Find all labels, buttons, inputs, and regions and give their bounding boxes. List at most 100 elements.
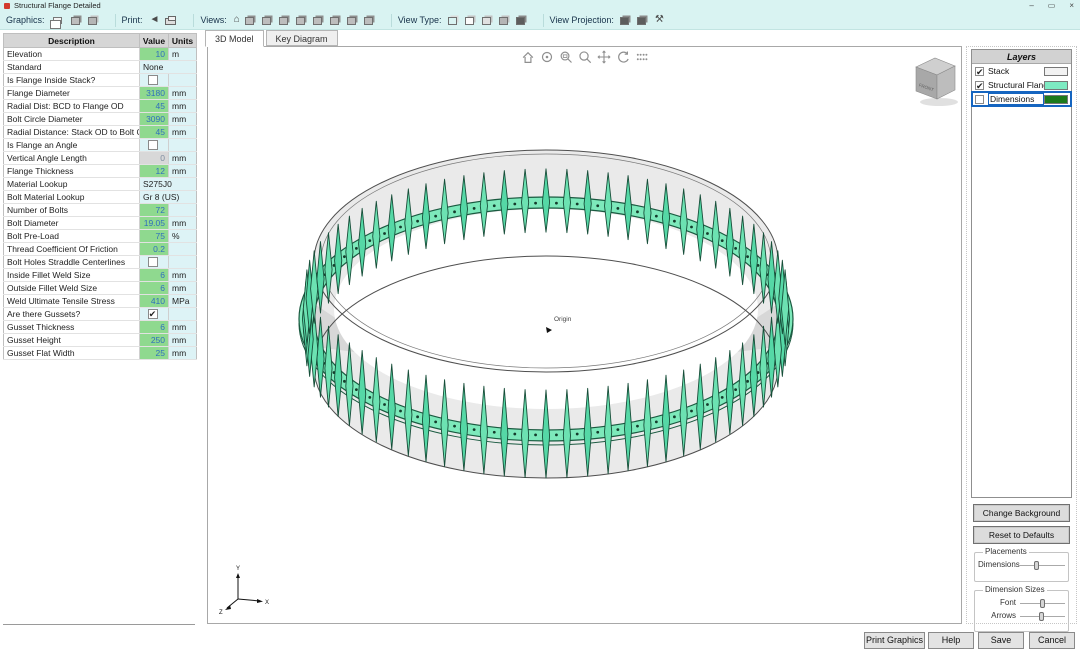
iso-view-6-icon[interactable] (330, 17, 339, 25)
print-graphics-button[interactable]: Print Graphics (864, 632, 925, 649)
orthographic-projection-icon[interactable] (620, 17, 629, 25)
minimize-button[interactable]: – (1029, 1, 1033, 11)
hidden-line-view-icon[interactable] (465, 17, 474, 25)
layer-row-stack[interactable]: ✔Stack (972, 64, 1071, 78)
fit-view-icon[interactable] (635, 50, 649, 64)
property-value[interactable]: 72 (140, 204, 169, 217)
property-value[interactable]: 75 (140, 230, 169, 243)
iso-view-5-icon[interactable] (313, 17, 322, 25)
property-value[interactable]: 410 (140, 295, 169, 308)
bolt-hole (343, 380, 346, 383)
printer-icon[interactable] (165, 18, 176, 25)
layer-row-dimensions[interactable]: Dimensions (972, 92, 1071, 106)
pan-icon[interactable] (597, 50, 611, 64)
property-value[interactable]: None (140, 61, 197, 74)
property-value[interactable]: 10 (140, 48, 169, 61)
property-units: mm (169, 269, 197, 282)
copy-graphics-icon[interactable] (53, 17, 62, 24)
slider-thumb[interactable] (1039, 612, 1044, 621)
iso-view-2-icon[interactable] (262, 17, 271, 25)
property-value[interactable]: 6 (140, 282, 169, 295)
cancel-button[interactable]: Cancel (1029, 632, 1075, 649)
shaded-edges-view-icon[interactable] (499, 17, 508, 25)
slider-thumb[interactable] (1034, 561, 1039, 570)
tab-3d-model[interactable]: 3D Model (205, 30, 264, 47)
property-value[interactable]: 3180 (140, 87, 169, 100)
property-units (169, 204, 197, 217)
slider-label: Dimensions (978, 560, 1020, 569)
orbit-icon[interactable] (540, 50, 554, 64)
bolt-hole (416, 220, 419, 223)
property-units: mm (169, 334, 197, 347)
save-button[interactable]: Save (978, 632, 1024, 649)
layer-row-structural-flange[interactable]: ✔Structural Flange (972, 78, 1071, 92)
iso-view-3-icon[interactable] (279, 17, 288, 25)
layer-checkbox-checked[interactable]: ✔ (975, 81, 984, 90)
property-value[interactable]: 45 (140, 100, 169, 113)
property-value[interactable]: 0.2 (140, 243, 169, 256)
shaded-view-icon[interactable] (482, 17, 491, 25)
property-value[interactable]: 6 (140, 269, 169, 282)
property-value[interactable]: 12 (140, 165, 169, 178)
property-value[interactable]: 6 (140, 321, 169, 334)
layer-checkbox-checked[interactable]: ✔ (975, 67, 984, 76)
wireframe-view-icon[interactable] (448, 17, 457, 25)
close-button[interactable]: × (1069, 1, 1074, 11)
checkbox-checked[interactable]: ✔ (148, 309, 158, 319)
print-preview-icon[interactable]: ◄ (150, 14, 160, 26)
slider-thumb[interactable] (1040, 599, 1045, 608)
home-view-icon[interactable]: ⌂ (234, 14, 240, 26)
view-cube-icon[interactable] (71, 17, 80, 25)
property-checkbox-cell (140, 74, 169, 87)
rendered-view-icon[interactable] (516, 17, 525, 25)
property-value[interactable]: 45 (140, 126, 169, 139)
table-row: Is Flange Inside Stack? (4, 74, 197, 87)
property-value[interactable]: S275J0 (140, 178, 197, 191)
viewport-toolbar (521, 50, 649, 64)
bolt-hole (453, 425, 456, 428)
property-label: Outside Fillet Weld Size (4, 282, 140, 295)
property-value[interactable]: 250 (140, 334, 169, 347)
property-value[interactable]: 19.05 (140, 217, 169, 230)
iso-view-7-icon[interactable] (347, 17, 356, 25)
iso-view-1-icon[interactable] (245, 17, 254, 25)
rotate-icon[interactable] (616, 50, 630, 64)
dimensions-slider[interactable] (1020, 560, 1065, 570)
zoom-icon[interactable] (578, 50, 592, 64)
bolt-hole (746, 380, 749, 383)
flange-3d-model[interactable]: OriginYXZFRONT (208, 47, 961, 623)
checkbox-unchecked[interactable] (148, 257, 158, 267)
zoom-window-icon[interactable] (559, 50, 573, 64)
maximize-button[interactable]: ▭ (1048, 1, 1056, 11)
font-slider[interactable] (1020, 598, 1065, 608)
snapshot-icon[interactable] (88, 17, 97, 25)
layer-color-swatch[interactable] (1044, 81, 1068, 90)
reset-to-defaults-button[interactable]: Reset to Defaults (973, 526, 1070, 544)
layer-color-swatch[interactable] (1044, 95, 1068, 104)
tools-icon[interactable]: ⚒ (655, 14, 664, 26)
property-value[interactable]: 3090 (140, 113, 169, 126)
triad-x-label: X (265, 600, 269, 606)
layer-color-swatch[interactable] (1044, 67, 1068, 76)
property-label: Inside Fillet Weld Size (4, 269, 140, 282)
bolt-hole (434, 215, 437, 218)
property-units: mm (169, 113, 197, 126)
property-value[interactable]: 25 (140, 347, 169, 360)
change-background-color-button[interactable]: Change Background Color (973, 504, 1070, 522)
home-icon[interactable] (521, 50, 535, 64)
iso-view-4-icon[interactable] (296, 17, 305, 25)
checkbox-unchecked[interactable] (148, 75, 158, 85)
iso-view-8-icon[interactable] (364, 17, 373, 25)
perspective-projection-icon[interactable] (637, 17, 646, 25)
property-label: Radial Dist: BCD to Flange OD (4, 100, 140, 113)
bolt-hole (534, 202, 537, 205)
arrows-slider[interactable] (1020, 611, 1065, 621)
property-value[interactable]: Gr 8 (US) (140, 191, 197, 204)
3d-viewport[interactable]: OriginYXZFRONT (207, 46, 962, 624)
property-label: Bolt Pre-Load (4, 230, 140, 243)
help-button[interactable]: Help (928, 632, 974, 649)
checkbox-unchecked[interactable] (148, 140, 158, 150)
layer-checkbox-unchecked[interactable] (975, 95, 984, 104)
tab-key-diagram[interactable]: Key Diagram (266, 30, 338, 46)
triad-z-arrow (225, 605, 231, 610)
